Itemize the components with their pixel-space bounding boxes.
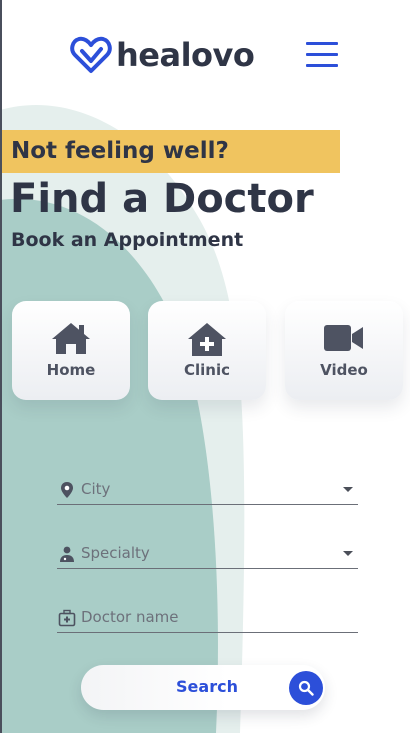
screen-edge <box>0 0 2 733</box>
specialty-field[interactable] <box>81 542 331 564</box>
search-button[interactable]: Search <box>81 665 325 710</box>
chevron-down-icon[interactable] <box>343 551 353 556</box>
brand-name: healovo <box>116 36 255 74</box>
medical-bag-icon <box>58 609 76 627</box>
search-icon[interactable] <box>289 671 323 705</box>
visit-type-video-button[interactable]: Video <box>285 301 403 400</box>
city-field[interactable] <box>81 478 331 500</box>
page-subtitle: Book an Appointment <box>11 229 244 251</box>
location-pin-icon <box>61 482 73 498</box>
doctor-name-input[interactable] <box>57 603 358 633</box>
visit-type-label: Home <box>46 361 96 379</box>
visit-type-label: Video <box>320 361 368 379</box>
hero-tag: Not feeling well? <box>2 130 340 173</box>
visit-type-label: Clinic <box>183 361 230 379</box>
video-camera-icon <box>324 325 363 351</box>
heart-check-icon <box>70 36 112 73</box>
doctor-name-field[interactable] <box>81 606 331 628</box>
city-select[interactable] <box>57 475 358 505</box>
brand-logo[interactable]: healovo <box>70 34 255 76</box>
visit-type-home-button[interactable]: Home <box>12 301 130 400</box>
clinic-plus-icon <box>188 323 226 356</box>
doctor-icon <box>60 546 74 562</box>
visit-type-clinic-button[interactable]: Clinic <box>148 301 266 400</box>
page-title: Find a Doctor <box>10 176 314 222</box>
specialty-select[interactable] <box>57 539 358 569</box>
hamburger-menu-icon[interactable] <box>306 40 340 70</box>
header: healovo <box>0 0 410 105</box>
chevron-down-icon[interactable] <box>343 487 353 492</box>
house-icon <box>52 323 90 354</box>
